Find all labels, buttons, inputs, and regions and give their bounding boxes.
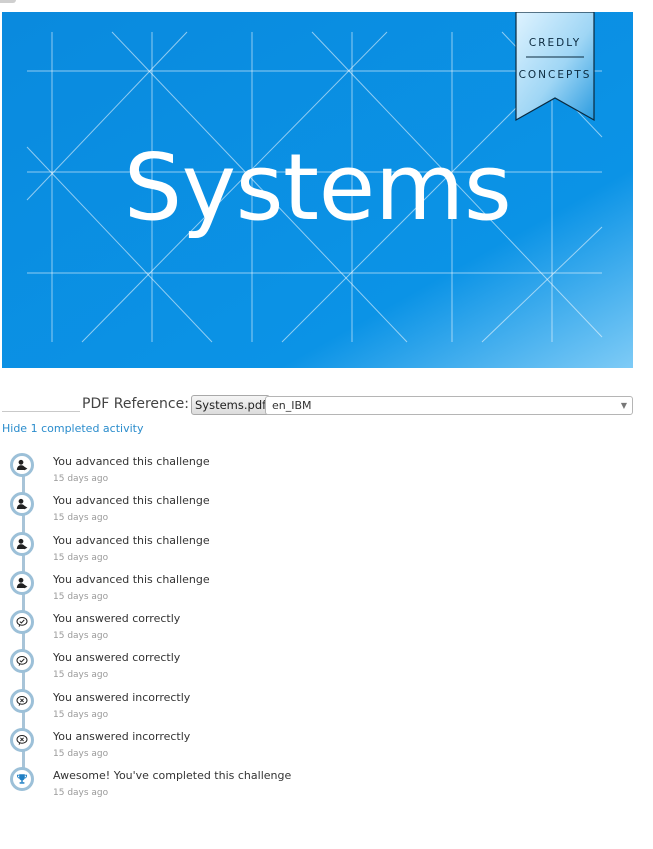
chat-cross-icon [10, 727, 34, 752]
activity-title: You advanced this challenge [53, 572, 210, 586]
pdf-reference-row: PDF Reference: Systems.pdf en_IBM ▼ [2, 394, 633, 418]
activity-item: You advanced this challenge 15 days ago [0, 452, 640, 491]
user-advance-icon [10, 531, 34, 556]
activity-title: You advanced this challenge [53, 494, 210, 508]
activity-title: You answered incorrectly [53, 729, 191, 743]
activity-item: You answered incorrectly 15 days ago [0, 727, 640, 766]
language-selected-value: en_IBM [272, 399, 312, 412]
activity-item: You advanced this challenge 15 days ago [0, 570, 640, 609]
activity-item: Awesome! You've completed this challenge… [0, 766, 640, 805]
user-advance-icon [10, 492, 34, 517]
activity-timestamp: 15 days ago [53, 709, 109, 720]
pdf-reference-label: PDF Reference: [82, 396, 189, 412]
activity-title: You answered correctly [53, 651, 181, 665]
activity-title: You advanced this challenge [53, 533, 210, 547]
language-select[interactable]: en_IBM ▼ [265, 396, 633, 415]
activity-timestamp: 15 days ago [53, 474, 109, 484]
activity-item: You answered incorrectly 15 days ago [0, 688, 640, 727]
top-edge-sliver [0, 0, 16, 3]
activity-timestamp: 15 days ago [53, 631, 109, 641]
chat-cross-icon [10, 688, 34, 713]
banner-title: Systems [123, 134, 512, 241]
activity-item: You answered correctly 15 days ago [0, 609, 640, 648]
chevron-down-icon: ▼ [620, 401, 627, 410]
chat-check-icon [10, 649, 34, 674]
pdf-download-button[interactable]: Systems.pdf [191, 395, 271, 415]
activity-timestamp: 15 days ago [53, 513, 109, 524]
activity-item: You answered correctly 15 days ago [0, 648, 640, 687]
reference-divider [2, 411, 80, 412]
activity-timestamp: 15 days ago [53, 591, 109, 602]
challenge-banner: Systems CREDLY CONCEPTS [2, 12, 633, 368]
activity-title: Awesome! You've completed this challenge [53, 769, 292, 782]
user-advance-icon [10, 570, 34, 595]
activity-timestamp: 15 days ago [53, 748, 109, 759]
user-advance-icon [10, 453, 34, 477]
activity-timestamp: 15 days ago [53, 552, 109, 563]
activity-title: You answered incorrectly [53, 690, 191, 704]
activity-item: You advanced this challenge 15 days ago [0, 491, 640, 530]
activity-timestamp: 15 days ago [53, 670, 109, 681]
activity-timestamp: 15 days ago [53, 788, 109, 798]
ribbon-line-1: CREDLY [528, 37, 582, 49]
activity-item: You advanced this challenge 15 days ago [0, 531, 640, 570]
ribbon-line-2: CONCEPTS [518, 69, 592, 81]
activity-title: You advanced this challenge [53, 455, 210, 468]
trophy-icon [10, 767, 34, 791]
chat-check-icon [10, 610, 34, 634]
activity-title: You answered correctly [53, 612, 181, 625]
hide-completed-activity-link[interactable]: Hide 1 completed activity [2, 422, 143, 435]
